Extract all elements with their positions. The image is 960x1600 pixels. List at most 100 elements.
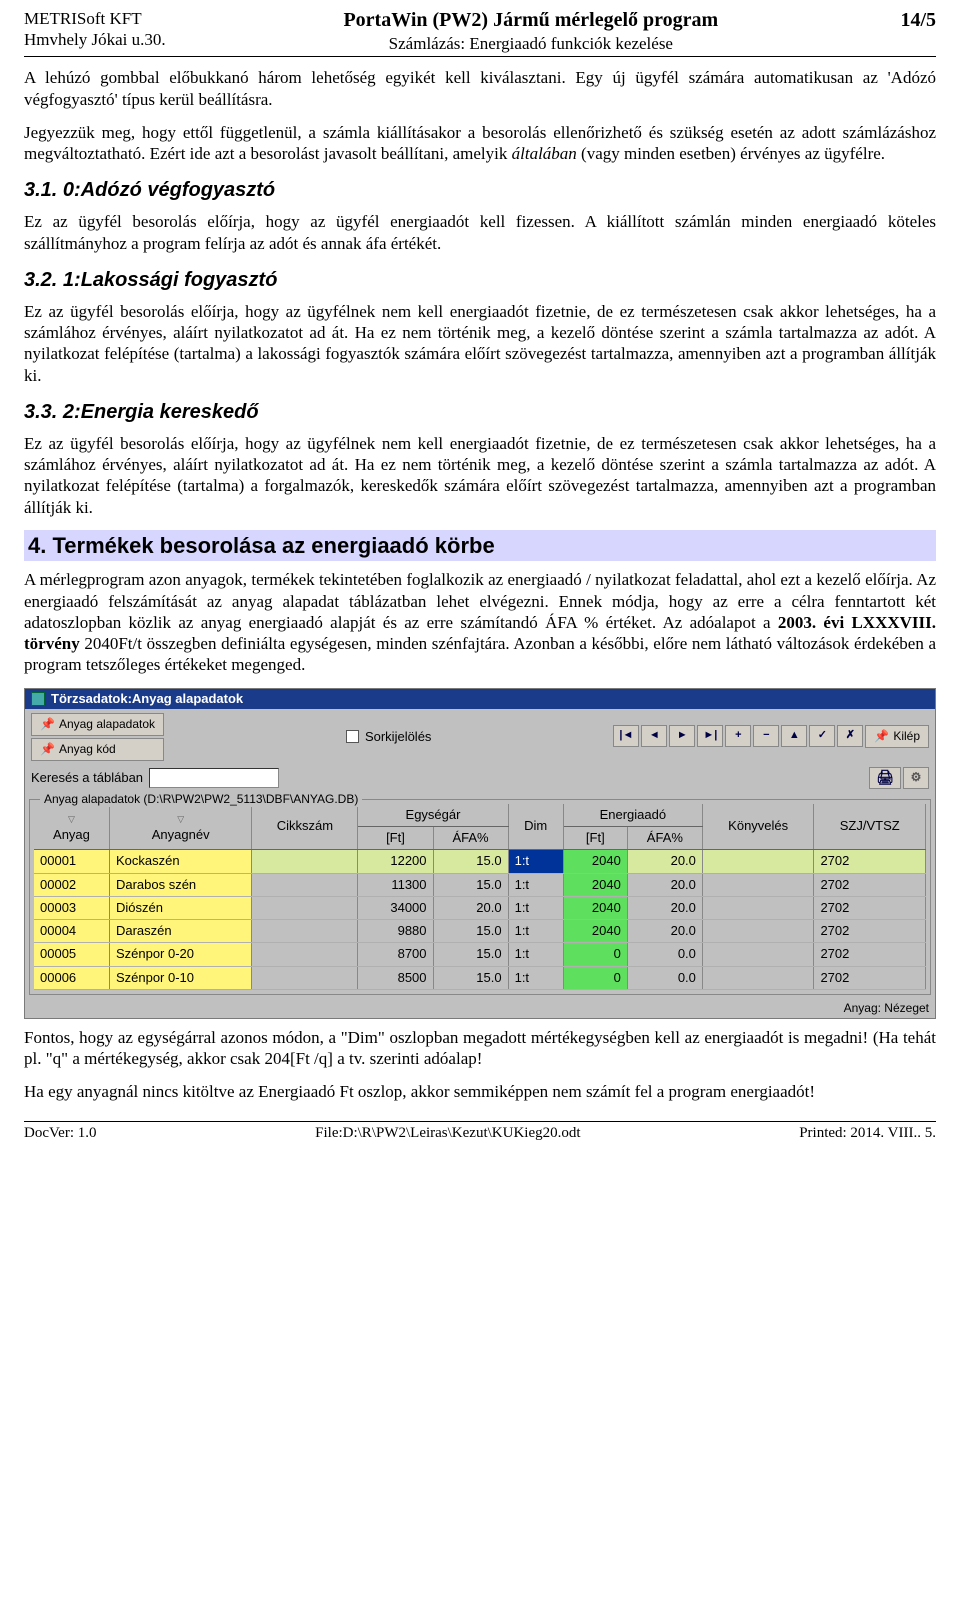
cell[interactable]: 2040 [563,920,627,943]
cell[interactable]: Szénpor 0-20 [109,943,251,966]
cell[interactable]: Diószén [109,896,251,919]
nav-first-button[interactable]: |◄ [613,725,639,747]
toolbar-row-2: Keresés a táblában [25,765,935,795]
kilep-button[interactable]: Kilép [865,725,929,748]
cell[interactable]: 15.0 [433,966,508,989]
cell[interactable] [252,966,358,989]
app-subtitle: Számlázás: Energiaadó funkciók kezelése [389,34,673,53]
col-energia-ft[interactable]: [Ft] [563,827,627,850]
col-anyag[interactable]: ▽Anyag [34,804,109,850]
cell[interactable] [252,896,358,919]
cell[interactable]: 20.0 [627,920,702,943]
paragraph: A lehúzó gombbal előbukkanó három lehető… [24,67,936,110]
table-row[interactable]: 00001Kockaszén 1220015.01:t204020.0 2702 [34,850,926,873]
cell[interactable]: 0.0 [627,943,702,966]
search-input[interactable] [149,768,279,788]
cell[interactable]: 34000 [358,896,433,919]
nav-next-button[interactable]: ► [669,725,695,747]
cell[interactable]: 0.0 [627,966,702,989]
col-energia-afa[interactable]: ÁFA% [627,827,702,850]
cell[interactable] [252,850,358,873]
sorkijeloles-label: Sorkijelölés [365,729,431,745]
anyag-kod-button[interactable]: Anyag kód [31,738,164,761]
cell[interactable]: 1:t [508,920,563,943]
anyag-alapadatok-button[interactable]: Anyag alapadatok [31,713,164,736]
cell[interactable]: 0 [563,966,627,989]
col-egysegar-afa[interactable]: ÁFA% [433,827,508,850]
nav-add-button[interactable]: + [725,725,751,747]
cell[interactable] [252,920,358,943]
nav-cancel-button[interactable]: ✗ [837,725,863,747]
cell[interactable]: 2040 [563,896,627,919]
nav-delete-button[interactable]: − [753,725,779,747]
cell[interactable]: 20.0 [627,873,702,896]
col-cikkszam[interactable]: Cikkszám [252,804,358,850]
paragraph: Fontos, hogy az egységárral azonos módon… [24,1027,936,1070]
col-egysegar-ft[interactable]: [Ft] [358,827,433,850]
cell[interactable] [252,943,358,966]
cell[interactable]: 1:t [508,896,563,919]
print-icon [876,769,894,787]
cell[interactable]: 0 [563,943,627,966]
cell[interactable]: 11300 [358,873,433,896]
cell[interactable]: 2702 [814,966,926,989]
cell[interactable]: Szénpor 0-10 [109,966,251,989]
col-dim[interactable]: Dim [508,804,563,850]
settings-button[interactable] [903,767,929,789]
col-szj[interactable]: SZJ/VTSZ [814,804,926,850]
cell[interactable]: 12200 [358,850,433,873]
cell[interactable]: 2702 [814,896,926,919]
cell[interactable]: 20.0 [433,896,508,919]
cell[interactable]: 2702 [814,943,926,966]
cell[interactable] [702,966,814,989]
cell[interactable]: 15.0 [433,943,508,966]
print-date: Printed: 2014. VIII.. 5. [799,1124,936,1143]
cell[interactable]: 2040 [563,873,627,896]
table-row[interactable]: 00002Darabos szén 1130015.01:t204020.0 270… [34,873,926,896]
cell[interactable]: 15.0 [433,873,508,896]
cell[interactable]: 00002 [34,873,109,896]
cell[interactable] [702,850,814,873]
cell[interactable]: Daraszén [109,920,251,943]
cell[interactable]: 1:t [508,850,563,873]
nav-prev-button[interactable]: ◄ [641,725,667,747]
cell[interactable]: 00005 [34,943,109,966]
cell[interactable]: 9880 [358,920,433,943]
cell[interactable]: 00006 [34,966,109,989]
nav-commit-button[interactable]: ✓ [809,725,835,747]
table-row[interactable]: 00006Szénpor 0-10 850015.01:t00.0 2702 [34,966,926,989]
col-anyagnev[interactable]: ▽Anyagnév [109,804,251,850]
cell[interactable]: 00003 [34,896,109,919]
cell[interactable]: 8500 [358,966,433,989]
table-row[interactable]: 00003Diószén3400020.01:t204020.02702 [34,896,926,919]
cell[interactable]: 15.0 [433,850,508,873]
cell[interactable] [702,920,814,943]
cell[interactable]: 1:t [508,966,563,989]
cell[interactable]: Kockaszén [109,850,251,873]
cell[interactable]: 2702 [814,850,926,873]
cell[interactable]: 00001 [34,850,109,873]
cell[interactable] [252,873,358,896]
cell[interactable] [702,873,814,896]
nav-edit-button[interactable]: ▲ [781,725,807,747]
cell[interactable]: 2040 [563,850,627,873]
cell[interactable] [702,943,814,966]
statusbar: Anyag: Nézeget [25,999,935,1018]
cell[interactable]: 20.0 [627,850,702,873]
col-konyveles[interactable]: Könyvelés [702,804,814,850]
cell[interactable]: Darabos szén [109,873,251,896]
table-row[interactable]: 00005Szénpor 0-20 870015.01:t00.0 2702 [34,943,926,966]
cell[interactable]: 15.0 [433,920,508,943]
cell[interactable]: 20.0 [627,896,702,919]
nav-last-button[interactable]: ►| [697,725,723,747]
print-button[interactable] [869,767,901,789]
table-row[interactable]: 00004Daraszén 988015.01:t204020.0 2702 [34,920,926,943]
cell[interactable]: 1:t [508,873,563,896]
cell[interactable]: 2702 [814,873,926,896]
cell[interactable] [702,896,814,919]
cell[interactable]: 1:t [508,943,563,966]
cell[interactable]: 2702 [814,920,926,943]
cell[interactable]: 00004 [34,920,109,943]
sorkijeloles-checkbox[interactable] [346,730,359,743]
cell[interactable]: 8700 [358,943,433,966]
